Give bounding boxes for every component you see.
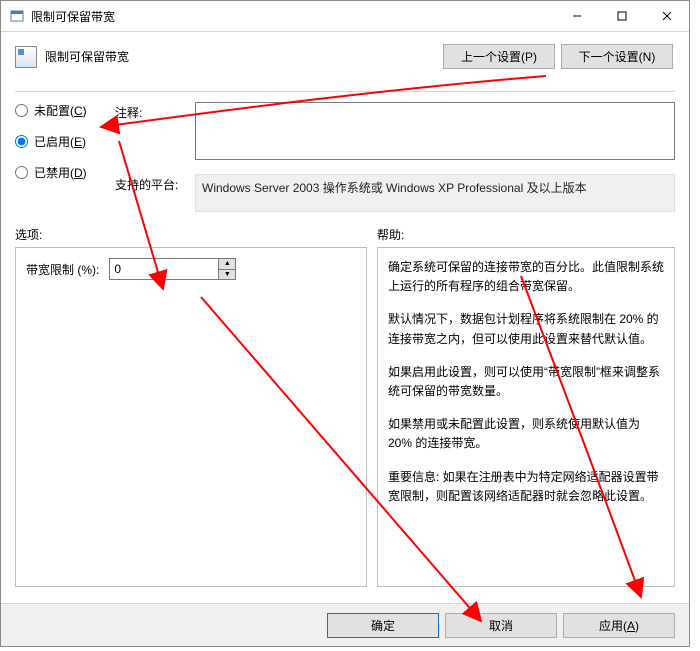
window-title: 限制可保留带宽 <box>31 8 554 25</box>
dialog-window: 限制可保留带宽 限制可保留带宽 上一个设置(P) 下一个设置(N) 未配置(C) <box>0 0 690 647</box>
cancel-button[interactable]: 取消 <box>445 613 557 638</box>
bandwidth-limit-input[interactable] <box>110 259 218 279</box>
spinner-down-button[interactable]: ▼ <box>219 270 235 280</box>
next-label: 下一个设置(N) <box>579 50 656 64</box>
maximize-button[interactable] <box>599 1 644 31</box>
window-controls <box>554 1 689 31</box>
radio-not-configured-input[interactable] <box>15 104 28 117</box>
state-radio-group: 未配置(C) 已启用(E) 已禁用(D) <box>15 102 115 181</box>
help-paragraph: 如果启用此设置，则可以使用“带宽限制”框来调整系统可保留的带宽数量。 <box>388 363 664 401</box>
spinner-up-button[interactable]: ▲ <box>219 259 235 270</box>
policy-title: 限制可保留带宽 <box>45 48 443 65</box>
radio-enabled[interactable]: 已启用(E) <box>15 133 115 150</box>
help-heading: 帮助: <box>377 226 404 243</box>
titlebar: 限制可保留带宽 <box>1 1 689 32</box>
help-paragraph: 如果禁用或未配置此设置，则系统使用默认值为 20% 的连接带宽。 <box>388 415 664 453</box>
bandwidth-limit-label: 带宽限制 (%): <box>26 261 99 278</box>
help-paragraph: 确定系统可保留的连接带宽的百分比。此值限制系统上运行的所有程序的组合带宽保留。 <box>388 258 664 296</box>
radio-disabled[interactable]: 已禁用(D) <box>15 164 115 181</box>
radio-not-configured[interactable]: 未配置(C) <box>15 102 115 119</box>
apply-button[interactable]: 应用(A) <box>563 613 675 638</box>
comment-label: 注释: <box>115 102 195 121</box>
previous-setting-button[interactable]: 上一个设置(P) <box>443 44 555 69</box>
options-heading: 选项: <box>15 226 377 243</box>
minimize-button[interactable] <box>554 1 599 31</box>
radio-enabled-input[interactable] <box>15 135 28 148</box>
separator <box>15 91 675 92</box>
prev-label: 上一个设置(P) <box>461 50 537 64</box>
help-paragraph: 重要信息: 如果在注册表中为特定网络适配器设置带宽限制，则配置该网络适配器时就会… <box>388 468 664 506</box>
options-pane: 带宽限制 (%): ▲ ▼ <box>15 247 367 587</box>
comment-textarea[interactable] <box>195 102 675 160</box>
close-button[interactable] <box>644 1 689 31</box>
radio-disabled-input[interactable] <box>15 166 28 179</box>
ok-button[interactable]: 确定 <box>327 613 439 638</box>
policy-icon <box>15 46 37 68</box>
supported-platform-box: Windows Server 2003 操作系统或 Windows XP Pro… <box>195 174 675 212</box>
help-paragraph: 默认情况下，数据包计划程序将系统限制在 20% 的连接带宽之内，但可以使用此设置… <box>388 310 664 348</box>
next-setting-button[interactable]: 下一个设置(N) <box>561 44 673 69</box>
dialog-footer: 确定 取消 应用(A) <box>1 603 689 646</box>
bandwidth-limit-spinner[interactable]: ▲ ▼ <box>109 258 236 280</box>
header-row: 限制可保留带宽 上一个设置(P) 下一个设置(N) <box>1 32 689 79</box>
app-icon <box>9 8 25 24</box>
help-pane: 确定系统可保留的连接带宽的百分比。此值限制系统上运行的所有程序的组合带宽保留。 … <box>377 247 675 587</box>
platform-label: 支持的平台: <box>115 174 195 193</box>
